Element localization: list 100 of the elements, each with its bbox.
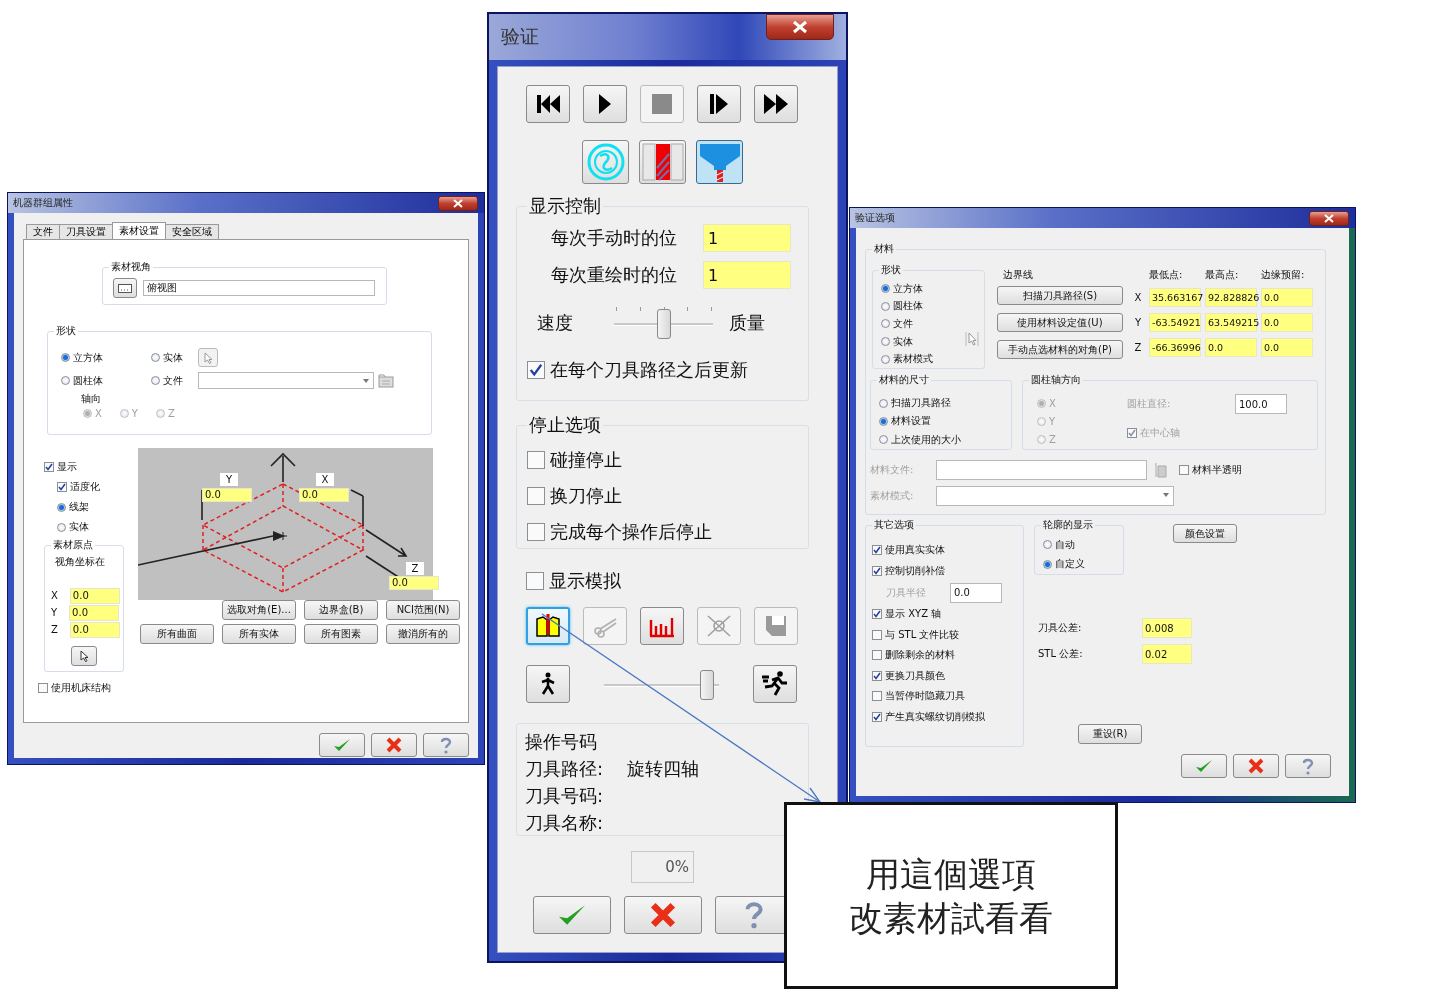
cancel-button[interactable] xyxy=(1233,754,1279,778)
mode-dropdown[interactable] xyxy=(936,486,1174,506)
tool-button[interactable] xyxy=(640,607,684,645)
checkbox[interactable] xyxy=(872,670,882,681)
mode-button[interactable] xyxy=(639,140,686,184)
checkbox[interactable] xyxy=(57,482,67,492)
coordinate-field[interactable]: 0.0 xyxy=(69,587,120,604)
radio-button[interactable] xyxy=(881,337,890,347)
checkbox[interactable] xyxy=(527,451,545,469)
coordinate-field[interactable]: 0.0 xyxy=(69,621,120,638)
action-button[interactable]: 边界盒(B) xyxy=(304,600,378,620)
coordinate-field[interactable]: 0.0 xyxy=(1261,338,1313,357)
faster-button[interactable] xyxy=(753,665,797,703)
value-field[interactable]: 0.0 xyxy=(389,576,439,590)
radio-button[interactable] xyxy=(879,435,888,445)
tolerance-field[interactable]: 0.02 xyxy=(1142,644,1192,664)
radio-button[interactable] xyxy=(1043,540,1052,550)
tolerance-field[interactable]: 0.008 xyxy=(1142,618,1192,638)
checkbox[interactable] xyxy=(526,572,544,590)
diameter-field[interactable]: 100.0 xyxy=(1235,394,1287,414)
value-field[interactable]: 0.0 xyxy=(202,488,252,502)
close-button[interactable] xyxy=(1309,210,1349,226)
file-field[interactable] xyxy=(936,460,1147,480)
radius-field[interactable]: 0.0 xyxy=(950,582,1002,603)
action-button[interactable]: 使用材料设定值(U) xyxy=(997,313,1123,332)
checkbox[interactable] xyxy=(872,650,882,661)
coordinate-field[interactable]: 35.663167 xyxy=(1149,288,1201,307)
checkbox[interactable] xyxy=(1179,465,1189,475)
coordinate-field[interactable]: 0.0 xyxy=(1205,338,1257,357)
radio-button[interactable] xyxy=(881,354,890,364)
slower-button[interactable] xyxy=(526,665,570,703)
cancel-button[interactable] xyxy=(624,896,702,934)
color-settings-button[interactable]: 颜色设置 xyxy=(1173,524,1237,543)
value-field[interactable]: 0.0 xyxy=(299,488,349,502)
view-button[interactable] xyxy=(113,278,137,298)
coordinate-field[interactable]: -63.54921 xyxy=(1149,313,1201,332)
axis-label: X xyxy=(51,590,58,601)
pick-button[interactable] xyxy=(71,646,97,666)
tab[interactable]: 安全区域 xyxy=(165,224,219,239)
coordinate-field[interactable]: 92.828826 xyxy=(1205,288,1257,307)
slider-thumb[interactable] xyxy=(699,670,714,700)
radio-button[interactable] xyxy=(879,417,888,426)
radio-button[interactable] xyxy=(881,301,890,311)
close-button[interactable] xyxy=(438,195,478,211)
action-button[interactable]: 所有图素 xyxy=(304,624,378,644)
cancel-button[interactable] xyxy=(371,733,417,757)
checkbox[interactable] xyxy=(527,523,545,541)
rewind-button[interactable] xyxy=(526,85,570,123)
action-button[interactable]: 手动点选材料的对角(P) xyxy=(997,340,1123,359)
file-dropdown[interactable] xyxy=(198,372,374,389)
coordinate-field[interactable]: -66.36996 xyxy=(1149,338,1201,357)
coordinate-field[interactable]: 0.0 xyxy=(1261,313,1313,332)
tab[interactable]: 素材设置 xyxy=(112,222,166,239)
forward-button[interactable] xyxy=(754,85,798,123)
radio-button[interactable] xyxy=(57,522,66,532)
radio-button[interactable] xyxy=(1043,559,1052,569)
number-field[interactable]: 1 xyxy=(703,261,791,289)
checkbox[interactable] xyxy=(872,545,882,556)
action-button[interactable]: 撤消所有的 xyxy=(386,624,460,644)
radio-button[interactable] xyxy=(57,502,66,512)
coordinate-field[interactable]: 63.549215 xyxy=(1205,313,1257,332)
checkbox[interactable] xyxy=(1127,428,1137,438)
slider-thumb[interactable] xyxy=(656,309,671,339)
radio-button[interactable] xyxy=(881,284,890,294)
checkbox[interactable] xyxy=(38,683,48,693)
action-button[interactable]: NCI范围(N) xyxy=(386,600,460,620)
radio-button[interactable] xyxy=(879,398,888,408)
tool-button[interactable] xyxy=(526,607,570,645)
checkbox[interactable] xyxy=(872,629,882,640)
step-button[interactable] xyxy=(697,85,741,123)
checkbox[interactable] xyxy=(527,487,545,505)
view-field[interactable]: 俯视图 xyxy=(143,280,375,296)
checkbox[interactable] xyxy=(872,609,882,620)
reset-button[interactable]: 重设(R) xyxy=(1078,724,1142,744)
checkbox[interactable] xyxy=(872,711,882,722)
radio-button[interactable] xyxy=(881,319,890,329)
mode-button[interactable] xyxy=(582,140,629,184)
ok-button[interactable] xyxy=(319,733,365,757)
radio-button[interactable] xyxy=(151,376,160,385)
checkbox[interactable] xyxy=(527,361,545,379)
coordinate-field[interactable]: 0.0 xyxy=(69,604,120,621)
radio-button[interactable] xyxy=(151,353,160,362)
action-button[interactable]: 所有实体 xyxy=(222,624,296,644)
coordinate-field[interactable]: 0.0 xyxy=(1261,288,1313,307)
ok-button[interactable] xyxy=(533,896,611,934)
play-button[interactable] xyxy=(583,85,627,123)
close-button[interactable] xyxy=(766,14,834,40)
group-title: 形状 xyxy=(54,325,78,337)
tab[interactable]: 文件 xyxy=(26,224,60,239)
action-button[interactable]: 扫描刀具路径(S) xyxy=(997,286,1123,305)
ok-button[interactable] xyxy=(1181,754,1227,778)
checkbox[interactable] xyxy=(872,565,882,576)
action-button[interactable]: 所有曲面 xyxy=(140,624,214,644)
radio-button[interactable] xyxy=(61,376,70,385)
radio-button[interactable] xyxy=(61,353,70,362)
action-button[interactable]: 选取对角(E)... xyxy=(222,600,296,620)
number-field[interactable]: 1 xyxy=(703,224,791,252)
tab[interactable]: 刀具设置 xyxy=(59,224,113,239)
checkbox[interactable] xyxy=(44,462,54,472)
checkbox[interactable] xyxy=(872,691,882,702)
